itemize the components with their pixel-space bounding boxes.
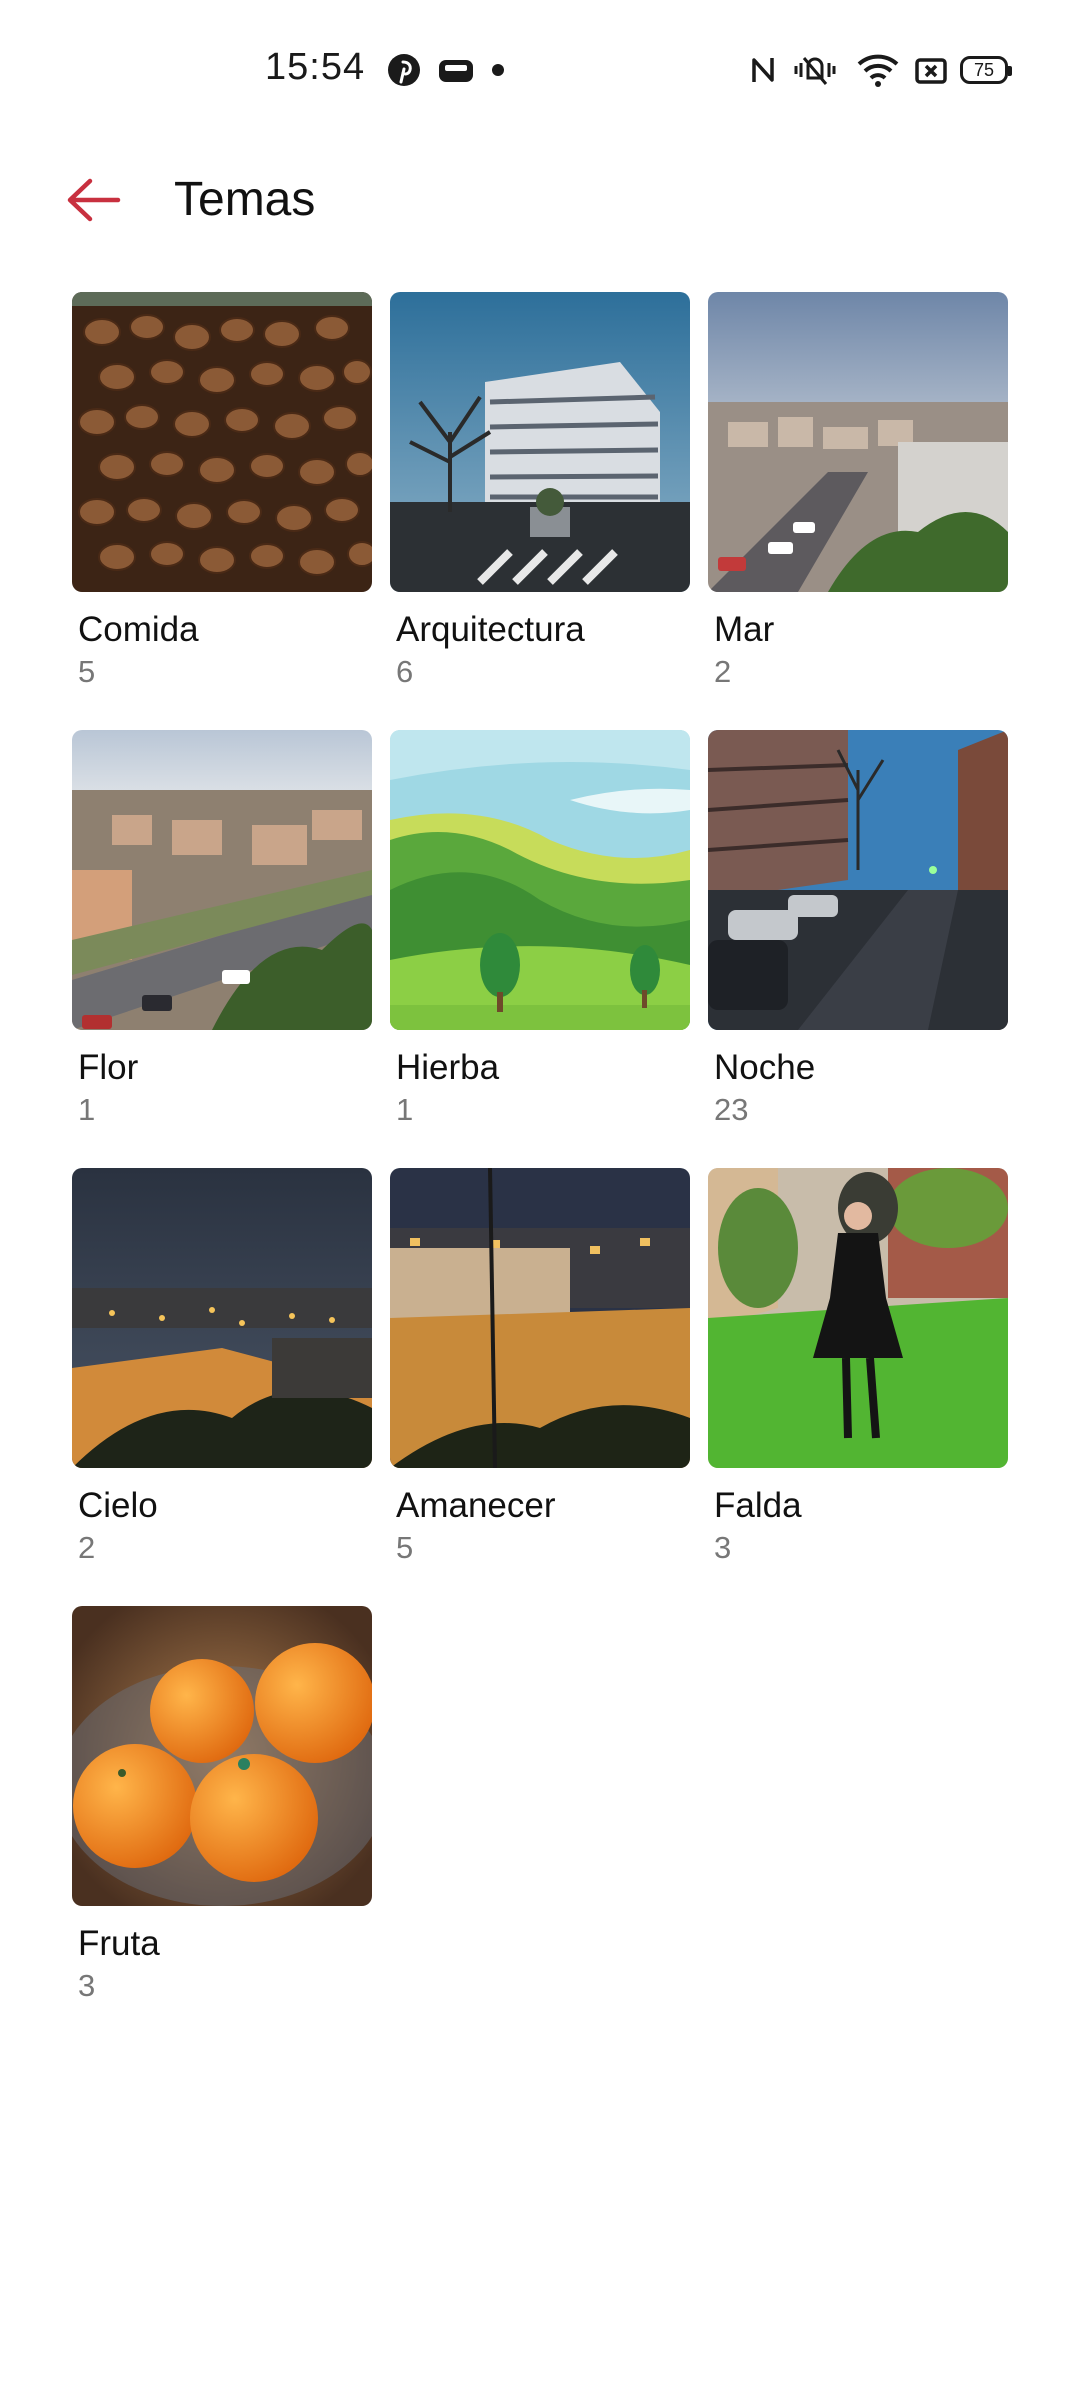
album-count: 5	[78, 654, 96, 689]
album-name: Noche	[714, 1048, 816, 1087]
status-time: 15:54	[265, 46, 366, 88]
album-thumbnail	[72, 1606, 372, 1906]
album-thumbnail	[72, 292, 372, 592]
album-thumbnail	[72, 1168, 372, 1468]
battery-icon: 75	[960, 56, 1012, 84]
status-bar: 15:54 75	[0, 0, 1080, 140]
album-name: Flor	[78, 1048, 139, 1087]
album-thumbnail	[708, 1168, 1008, 1468]
album-tile[interactable]: Flor 1	[72, 730, 372, 1168]
album-thumbnail	[72, 730, 372, 1030]
album-thumbnail	[390, 292, 690, 592]
album-count: 2	[78, 1530, 96, 1565]
album-name: Falda	[714, 1486, 802, 1525]
nfc-icon	[752, 58, 774, 82]
album-count: 1	[78, 1092, 96, 1127]
album-count: 23	[714, 1092, 749, 1127]
album-name: Cielo	[78, 1486, 158, 1525]
album-count: 6	[396, 654, 414, 689]
album-tile[interactable]: Mar 2	[708, 292, 1008, 730]
no-sim-icon	[915, 58, 947, 84]
wifi-icon	[857, 54, 899, 87]
page-title: Temas	[174, 173, 316, 226]
album-thumbnail	[390, 730, 690, 1030]
album-tile[interactable]: Hierba 1	[390, 730, 690, 1168]
album-thumbnail	[708, 730, 1008, 1030]
screen-record-icon	[439, 60, 473, 82]
album-grid: Comida 5 Arquitectura 6 Mar 2 Flor 1 Hie…	[72, 292, 1012, 2044]
vibrate-icon	[794, 57, 836, 85]
album-name: Fruta	[78, 1924, 160, 1963]
album-name: Hierba	[396, 1048, 500, 1087]
album-count: 2	[714, 654, 732, 689]
album-name: Arquitectura	[396, 610, 585, 649]
album-tile[interactable]: Cielo 2	[72, 1168, 372, 1606]
album-count: 1	[396, 1092, 414, 1127]
album-count: 5	[396, 1530, 414, 1565]
album-count: 3	[78, 1968, 96, 2003]
album-tile[interactable]: Noche 23	[708, 730, 1008, 1168]
album-thumbnail	[708, 292, 1008, 592]
album-name: Amanecer	[396, 1486, 556, 1525]
pinterest-icon	[388, 54, 420, 86]
album-name: Comida	[78, 610, 199, 649]
back-button[interactable]	[60, 165, 130, 235]
notification-dot-icon	[492, 64, 504, 76]
album-tile[interactable]: Comida 5	[72, 292, 372, 730]
album-thumbnail	[390, 1168, 690, 1468]
album-tile[interactable]: Amanecer 5	[390, 1168, 690, 1606]
album-name: Mar	[714, 610, 775, 649]
album-count: 3	[714, 1530, 732, 1565]
back-arrow-icon	[67, 178, 121, 222]
album-tile[interactable]: Falda 3	[708, 1168, 1008, 1606]
album-tile[interactable]: Arquitectura 6	[390, 292, 690, 730]
album-tile[interactable]: Fruta 3	[72, 1606, 372, 2044]
